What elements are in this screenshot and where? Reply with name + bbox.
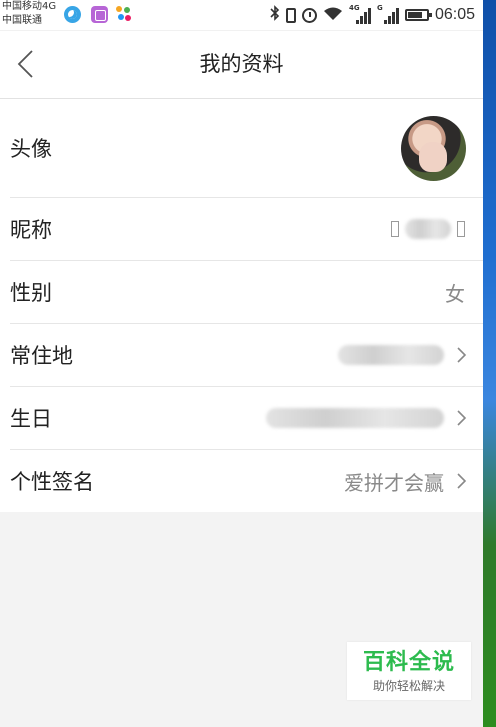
carrier-info: 中国移动4G 中国联通: [2, 0, 56, 28]
signature-value: 爱拼才会赢: [344, 470, 444, 495]
birthday-value-redacted: [266, 387, 444, 449]
residence-row[interactable]: 常住地: [10, 324, 483, 387]
profile-list: 头像 昵称 性别 女 常住地 生日 个性签名 爱拼才会赢: [0, 99, 483, 512]
status-time: 06:05: [434, 6, 475, 23]
birthday-label: 生日: [10, 407, 52, 431]
desktop-background-strip: [483, 0, 496, 727]
signature-row[interactable]: 个性签名 爱拼才会赢: [10, 450, 483, 512]
signal-2-network-label: G: [376, 4, 383, 12]
chevron-right-icon: [453, 410, 469, 426]
page-title: 我的资料: [199, 52, 284, 76]
gender-label: 性别: [10, 281, 52, 305]
nickname-label: 昵称: [10, 218, 52, 242]
nickname-row[interactable]: 昵称: [10, 198, 483, 261]
residence-label: 常住地: [10, 344, 73, 368]
moon-app-icon: [64, 6, 81, 23]
phone-screen: 中国移动4G 中国联通 4G G 06:05 我的资料 头像 昵称 性别 女 常…: [0, 0, 483, 727]
nickname-glyph-right: [457, 221, 465, 237]
chevron-right-icon: [453, 347, 469, 363]
battery-icon: [404, 9, 432, 21]
avatar-label: 头像: [10, 137, 52, 161]
gender-value: 女: [445, 281, 465, 306]
residence-blurred-text: [338, 345, 444, 365]
avatar[interactable]: [401, 116, 466, 181]
watermark-title: 百科全说: [362, 650, 455, 675]
carrier-line-1: 中国移动4G: [2, 1, 57, 12]
multicolor-app-icon: [116, 6, 133, 23]
watermark-subtitle: 助你轻松解决: [372, 679, 445, 693]
gender-row[interactable]: 性别 女: [10, 261, 483, 324]
battery-level-fill: [407, 12, 422, 18]
birthday-blurred-text: [266, 408, 444, 428]
nickname-glyph-left: [391, 221, 399, 237]
chevron-right-icon: [453, 473, 469, 489]
bluetooth-icon: [270, 5, 280, 25]
residence-value-redacted: [338, 324, 444, 386]
back-arrow-icon[interactable]: [14, 49, 44, 79]
birthday-row[interactable]: 生日: [10, 387, 483, 450]
watermark-badge: 百科全说 助你轻松解决: [347, 642, 471, 700]
signature-label: 个性签名: [10, 470, 94, 494]
signal-strength-icon-2: G: [376, 4, 399, 24]
status-icons: 4G G 06:05: [270, 0, 475, 30]
gallery-app-icon: [91, 6, 108, 23]
nickname-blurred-text: [405, 219, 451, 239]
navigation-bar: 我的资料: [0, 31, 483, 99]
wifi-icon: [323, 6, 343, 25]
signal-strength-icon-1: 4G: [349, 4, 371, 24]
avatar-row[interactable]: 头像: [10, 99, 483, 198]
status-bar: 中国移动4G 中国联通 4G G 06:05: [0, 0, 483, 31]
alarm-icon: [301, 7, 317, 23]
vibrate-icon: [285, 7, 296, 23]
nickname-value-redacted: [391, 198, 465, 260]
carrier-line-2: 中国联通: [2, 15, 42, 26]
